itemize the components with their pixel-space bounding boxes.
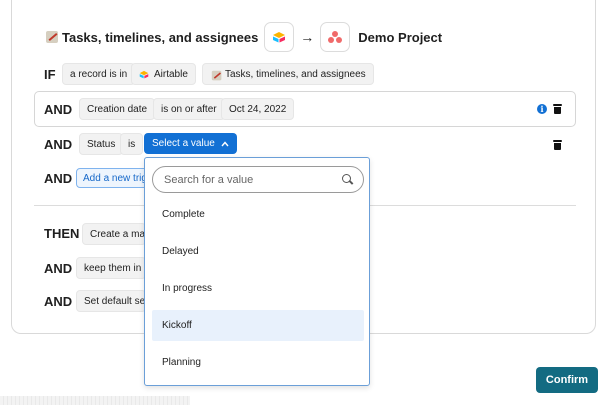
scroll-edge (0, 396, 190, 405)
dropdown-option[interactable]: Complete (152, 199, 364, 230)
memo-icon (211, 70, 222, 81)
asana-app-badge (320, 22, 351, 52)
action-chip[interactable]: keep them in sy (76, 257, 146, 279)
trash-icon[interactable] (553, 104, 562, 114)
airtable-app-badge (264, 22, 295, 52)
trash-icon[interactable] (553, 140, 562, 150)
value-dropdown: Search for a value Complete Delayed In p… (144, 157, 370, 386)
search-icon (342, 174, 354, 186)
dropdown-option[interactable]: In progress (152, 273, 364, 304)
memo-icon (45, 30, 59, 44)
source-table-title: Tasks, timelines, and assignees (62, 29, 259, 45)
action-chip[interactable]: Create a matc (82, 223, 146, 245)
operator-chip[interactable]: is (120, 133, 144, 155)
arrow-icon: → (300, 29, 315, 45)
confirm-button[interactable]: Confirm (536, 367, 598, 393)
table-chip[interactable]: Tasks, timelines, and assignees (202, 63, 374, 85)
select-value-button[interactable]: Select a value (144, 133, 237, 154)
integration-header: Tasks, timelines, and assignees → Demo P… (45, 22, 442, 52)
search-input[interactable]: Search for a value (152, 166, 364, 193)
airtable-icon (273, 32, 286, 43)
select-value-label: Select a value (152, 138, 215, 149)
operator-chip[interactable]: is on or after (153, 98, 225, 120)
then-keyword: THEN (44, 226, 80, 241)
dropdown-option[interactable]: Planning (152, 347, 364, 378)
and-keyword: AND (44, 102, 73, 117)
search-placeholder: Search for a value (164, 173, 254, 186)
and-keyword: AND (44, 137, 73, 152)
trigger-chip[interactable]: a record is in (62, 63, 136, 85)
target-project-title: Demo Project (358, 29, 443, 45)
action-chip[interactable]: Set default sect (76, 290, 146, 312)
and-keyword: AND (44, 294, 73, 309)
and-keyword: AND (44, 171, 73, 186)
airtable-chip[interactable]: Airtable (131, 63, 196, 85)
airtable-chip-label: Airtable (154, 68, 188, 80)
airtable-icon (139, 70, 149, 78)
chevron-up-icon (221, 139, 229, 149)
add-trigger-button[interactable]: Add a new trigg (76, 168, 148, 188)
field-chip[interactable]: Status (79, 133, 124, 155)
dropdown-option[interactable]: Delayed (152, 236, 364, 267)
asana-icon (328, 31, 343, 43)
info-icon[interactable]: i (537, 104, 547, 114)
value-chip[interactable]: Oct 24, 2022 (221, 98, 295, 120)
if-keyword: IF (44, 67, 56, 82)
table-chip-label: Tasks, timelines, and assignees (225, 68, 366, 80)
field-chip[interactable]: Creation date (79, 98, 156, 120)
and-keyword: AND (44, 261, 73, 276)
dropdown-option[interactable]: Kickoff (152, 310, 364, 341)
